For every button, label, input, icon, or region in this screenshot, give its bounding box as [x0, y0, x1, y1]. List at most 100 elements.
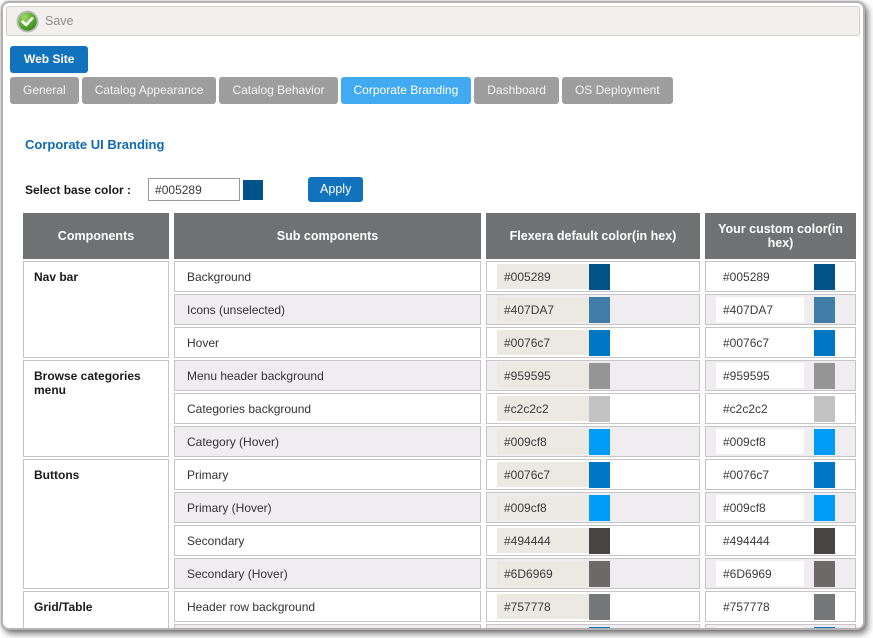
- apply-button[interactable]: Apply: [308, 177, 363, 202]
- sub-component-cell: Header row background: [174, 591, 481, 622]
- tab-catalog-behavior[interactable]: Catalog Behavior: [219, 77, 337, 104]
- default-color-cell: #0076c7: [486, 624, 700, 630]
- custom-color-cell: #757778: [705, 591, 856, 622]
- default-color-cell: #009cf8: [486, 426, 700, 457]
- component-cell: Grid/Table: [23, 591, 169, 630]
- default-color-cell: #0076c7: [486, 327, 700, 358]
- base-color-swatch[interactable]: [243, 180, 263, 200]
- custom-color-swatch[interactable]: [814, 462, 835, 488]
- subtab-bar: GeneralCatalog AppearanceCatalog Behavio…: [10, 77, 863, 104]
- custom-color-swatch[interactable]: [814, 495, 835, 521]
- sub-component-cell: Hover: [174, 327, 481, 358]
- tab-os-deployment[interactable]: OS Deployment: [562, 77, 673, 104]
- custom-color-cell: #005289: [705, 261, 856, 292]
- custom-hex-value[interactable]: #0076c7: [716, 627, 804, 630]
- custom-color-cell: #009cf8: [705, 492, 856, 523]
- custom-color-swatch[interactable]: [814, 363, 835, 389]
- branding-table-header: Components Sub components Flexera defaul…: [23, 213, 861, 259]
- custom-hex-value[interactable]: #407DA7: [716, 297, 804, 322]
- sub-component-cell: Secondary (Hover): [174, 558, 481, 589]
- default-color-swatch: [589, 495, 610, 521]
- component-cell: Buttons: [23, 459, 169, 589]
- header-components: Components: [23, 213, 169, 259]
- default-color-cell: #c2c2c2: [486, 393, 700, 424]
- save-label: Save: [45, 14, 74, 28]
- tab-web-site[interactable]: Web Site: [10, 46, 88, 73]
- custom-color-swatch[interactable]: [814, 561, 835, 587]
- default-hex-value: #959595: [497, 363, 589, 388]
- sub-component-cell: Menu header background: [174, 360, 481, 391]
- default-hex-value: #6D6969: [497, 561, 589, 586]
- custom-hex-value[interactable]: #757778: [716, 594, 804, 619]
- sub-component-cell: Secondary: [174, 525, 481, 556]
- custom-hex-value[interactable]: #494444: [716, 528, 804, 553]
- custom-color-swatch[interactable]: [814, 297, 835, 323]
- branding-table-body: Nav barBackground#005289#005289Icons (un…: [23, 261, 861, 630]
- header-default-color: Flexera default color(in hex): [486, 213, 700, 259]
- custom-color-swatch[interactable]: [814, 264, 835, 290]
- sub-component-cell: Paging/sorting row background: [174, 624, 481, 630]
- component-cell: Nav bar: [23, 261, 169, 358]
- custom-color-swatch[interactable]: [814, 528, 835, 554]
- custom-hex-value[interactable]: #0076c7: [716, 330, 804, 355]
- custom-hex-value[interactable]: #6D6969: [716, 561, 804, 586]
- sub-component-cell: Primary (Hover): [174, 492, 481, 523]
- custom-color-swatch[interactable]: [814, 594, 835, 620]
- custom-color-cell: #959595: [705, 360, 856, 391]
- custom-hex-value[interactable]: #959595: [716, 363, 804, 388]
- page-title: Corporate UI Branding: [25, 137, 863, 152]
- custom-color-cell: #6D6969: [705, 558, 856, 589]
- default-color-cell: #6D6969: [486, 558, 700, 589]
- custom-color-cell: #c2c2c2: [705, 393, 856, 424]
- default-color-cell: #959595: [486, 360, 700, 391]
- sub-component-cell: Icons (unselected): [174, 294, 481, 325]
- default-color-swatch: [589, 297, 610, 323]
- default-color-swatch: [589, 462, 610, 488]
- default-color-swatch: [589, 561, 610, 587]
- default-hex-value: #407DA7: [497, 297, 589, 322]
- default-hex-value: #0076c7: [497, 627, 589, 630]
- custom-hex-value[interactable]: #009cf8: [716, 429, 804, 454]
- custom-hex-value[interactable]: #0076c7: [716, 462, 804, 487]
- custom-hex-value[interactable]: #c2c2c2: [716, 396, 804, 421]
- default-hex-value: #757778: [497, 594, 589, 619]
- default-hex-value: #494444: [497, 528, 589, 553]
- component-cell: Browse categories menu: [23, 360, 169, 457]
- default-color-cell: #494444: [486, 525, 700, 556]
- custom-color-cell: #0076c7: [705, 327, 856, 358]
- tab-general[interactable]: General: [10, 77, 79, 104]
- default-hex-value: #c2c2c2: [497, 396, 589, 421]
- custom-color-swatch[interactable]: [814, 330, 835, 356]
- header-custom-color: Your custom color(in hex): [705, 213, 856, 259]
- default-color-swatch: [589, 396, 610, 422]
- custom-hex-value[interactable]: #005289: [716, 264, 804, 289]
- default-hex-value: #009cf8: [497, 429, 589, 454]
- custom-color-cell: #0076c7: [705, 459, 856, 490]
- default-color-swatch: [589, 264, 610, 290]
- tabs-area: Web Site GeneralCatalog AppearanceCatalo…: [3, 39, 863, 104]
- custom-color-swatch[interactable]: [814, 429, 835, 455]
- header-sub-components: Sub components: [174, 213, 481, 259]
- tab-dashboard[interactable]: Dashboard: [474, 77, 559, 104]
- default-hex-value: #005289: [497, 264, 589, 289]
- custom-hex-value[interactable]: #009cf8: [716, 495, 804, 520]
- base-color-input[interactable]: [148, 178, 240, 201]
- default-color-cell: #005289: [486, 261, 700, 292]
- save-button[interactable]: Save: [16, 10, 74, 33]
- default-color-swatch: [589, 594, 610, 620]
- custom-color-cell: #009cf8: [705, 426, 856, 457]
- custom-color-cell: #0076c7: [705, 624, 856, 630]
- base-color-row: Select base color : Apply: [25, 177, 863, 202]
- branding-table: Components Sub components Flexera defaul…: [23, 213, 861, 630]
- custom-color-swatch[interactable]: [814, 396, 835, 422]
- tab-catalog-appearance[interactable]: Catalog Appearance: [82, 77, 217, 104]
- default-color-swatch: [589, 429, 610, 455]
- default-color-swatch: [589, 627, 610, 631]
- default-color-swatch: [589, 528, 610, 554]
- tab-corporate-branding[interactable]: Corporate Branding: [341, 77, 472, 104]
- default-hex-value: #0076c7: [497, 462, 589, 487]
- save-check-icon: [16, 10, 39, 33]
- custom-color-cell: #407DA7: [705, 294, 856, 325]
- custom-color-swatch[interactable]: [814, 627, 835, 631]
- default-hex-value: #0076c7: [497, 330, 589, 355]
